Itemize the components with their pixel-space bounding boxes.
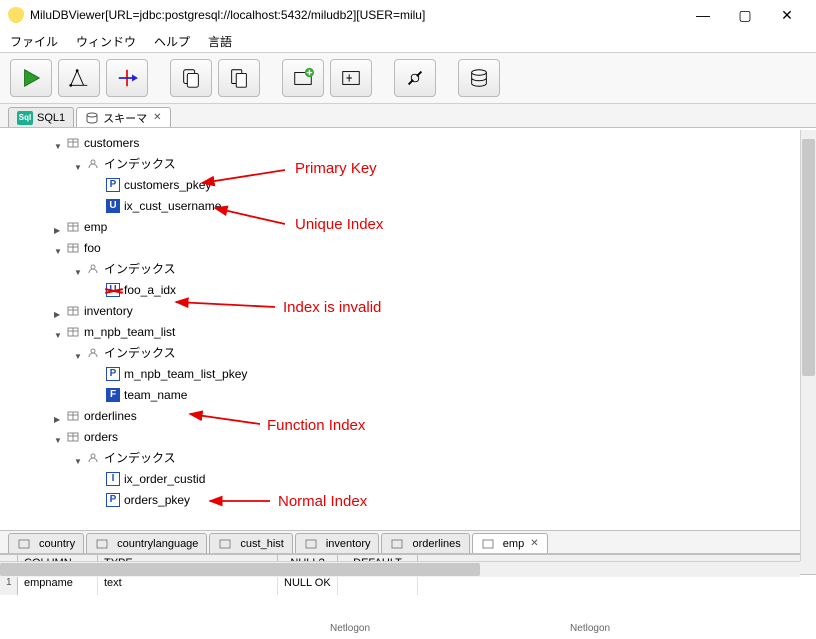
- btab-emp-close[interactable]: ✕: [530, 538, 538, 549]
- menubar: ファイル ウィンドウ ヘルプ 言語: [0, 30, 816, 52]
- status-b: Netlogon: [570, 623, 610, 639]
- new-window-button[interactable]: [330, 59, 372, 97]
- primary-key-icon: P: [106, 178, 120, 192]
- toolbar: [0, 52, 816, 104]
- tree-node-foo[interactable]: foo: [0, 237, 816, 258]
- minimize-button[interactable]: —: [682, 1, 724, 29]
- index-folder-icon: [86, 157, 100, 171]
- menu-help[interactable]: ヘルプ: [154, 33, 190, 50]
- index-folder-icon: [86, 346, 100, 360]
- grid-cell-rownum: 1: [0, 575, 18, 595]
- schema-tree[interactable]: customers インデックス Pcustomers_pkey Uix_cus…: [0, 132, 816, 510]
- bottom-tabstrip: country countrylanguage cust_hist invent…: [0, 530, 816, 554]
- tree-node-customers-pkey[interactable]: Pcustomers_pkey: [0, 174, 816, 195]
- run-button[interactable]: [10, 59, 52, 97]
- tree-node-team-name[interactable]: Fteam_name: [0, 384, 816, 405]
- index-folder-icon: [86, 451, 100, 465]
- index-folder-icon: [86, 262, 100, 276]
- tab-schema-label: スキーマ: [103, 110, 147, 126]
- explain-button[interactable]: [58, 59, 100, 97]
- close-button[interactable]: ✕: [766, 1, 808, 29]
- table-icon: [66, 430, 80, 444]
- table-icon: [17, 537, 31, 551]
- primary-key-icon: P: [106, 367, 120, 381]
- grid-cell-null: NULL OK: [278, 575, 338, 595]
- btab-inventory[interactable]: inventory: [295, 533, 380, 553]
- table-icon: [481, 537, 495, 551]
- table-icon: [66, 325, 80, 339]
- database-button[interactable]: [458, 59, 500, 97]
- function-index-icon: F: [106, 388, 120, 402]
- tree-node-customers[interactable]: customers: [0, 132, 816, 153]
- table-icon: [66, 136, 80, 150]
- table-icon: [218, 537, 232, 551]
- table-icon: [66, 304, 80, 318]
- tree-node-m-npb-pkey[interactable]: Pm_npb_team_list_pkey: [0, 363, 816, 384]
- tree-node-ix-order-custid[interactable]: Iix_order_custid: [0, 468, 816, 489]
- tree-node-orders-indexes[interactable]: インデックス: [0, 447, 816, 468]
- table-icon: [66, 241, 80, 255]
- tab-schema[interactable]: スキーマ ✕: [76, 107, 170, 127]
- tab-sql1-label: SQL1: [37, 112, 65, 124]
- tree-node-customers-indexes[interactable]: インデックス: [0, 153, 816, 174]
- vertical-scrollbar[interactable]: [800, 130, 816, 561]
- menu-lang[interactable]: 言語: [208, 33, 232, 50]
- grid-row[interactable]: 1 empname text NULL OK: [0, 575, 816, 595]
- normal-index-icon: I: [106, 472, 120, 486]
- new-tab-button[interactable]: [282, 59, 324, 97]
- btab-emp[interactable]: emp✕: [472, 533, 548, 553]
- tree-node-orderlines[interactable]: orderlines: [0, 405, 816, 426]
- primary-key-icon: P: [106, 493, 120, 507]
- tab-sql1[interactable]: Sql SQL1: [8, 107, 74, 127]
- menu-file[interactable]: ファイル: [10, 33, 58, 50]
- schema-tree-pane: customers インデックス Pcustomers_pkey Uix_cus…: [0, 128, 816, 530]
- window-title: MiluDBViewer[URL=jdbc:postgresql://local…: [30, 8, 682, 22]
- status-a: Netlogon: [330, 623, 370, 639]
- copy-button[interactable]: [170, 59, 212, 97]
- tree-node-foo-indexes[interactable]: インデックス: [0, 258, 816, 279]
- btab-country[interactable]: country: [8, 533, 84, 553]
- toggle-button[interactable]: [106, 59, 148, 97]
- btab-cust-hist[interactable]: cust_hist: [209, 533, 292, 553]
- table-icon: [390, 537, 404, 551]
- sql-icon: Sql: [17, 111, 33, 125]
- tree-node-ix-cust-username[interactable]: Uix_cust_username: [0, 195, 816, 216]
- btab-countrylanguage[interactable]: countrylanguage: [86, 533, 207, 553]
- connect-button[interactable]: [394, 59, 436, 97]
- paste-button[interactable]: [218, 59, 260, 97]
- app-icon: [8, 7, 24, 23]
- table-icon: [66, 220, 80, 234]
- horizontal-scrollbar[interactable]: [0, 561, 800, 577]
- tree-node-inventory[interactable]: inventory: [0, 300, 816, 321]
- tree-node-orders[interactable]: orders: [0, 426, 816, 447]
- maximize-button[interactable]: ▢: [724, 1, 766, 29]
- table-icon: [66, 409, 80, 423]
- btab-orderlines[interactable]: orderlines: [381, 533, 469, 553]
- tab-schema-close[interactable]: ✕: [153, 112, 161, 123]
- grid-cell-column: empname: [18, 575, 98, 595]
- table-icon: [304, 537, 318, 551]
- tree-node-foo-a-idx[interactable]: Ufoo_a_idx: [0, 279, 816, 300]
- unique-index-icon: U: [106, 199, 120, 213]
- tree-node-m-npb-team-list[interactable]: m_npb_team_list: [0, 321, 816, 342]
- grid-cell-default: [338, 575, 418, 595]
- tree-node-emp[interactable]: emp: [0, 216, 816, 237]
- menu-window[interactable]: ウィンドウ: [76, 33, 136, 50]
- grid-cell-type: text: [98, 575, 278, 595]
- invalid-index-icon: U: [106, 283, 120, 297]
- tree-node-orders-pkey[interactable]: Porders_pkey: [0, 489, 816, 510]
- schema-icon: [85, 111, 99, 125]
- tree-node-m-npb-indexes[interactable]: インデックス: [0, 342, 816, 363]
- top-tabstrip: Sql SQL1 スキーマ ✕: [0, 104, 816, 128]
- table-icon: [95, 537, 109, 551]
- titlebar: MiluDBViewer[URL=jdbc:postgresql://local…: [0, 0, 816, 30]
- statusbar: Netlogon Netlogon: [0, 623, 816, 639]
